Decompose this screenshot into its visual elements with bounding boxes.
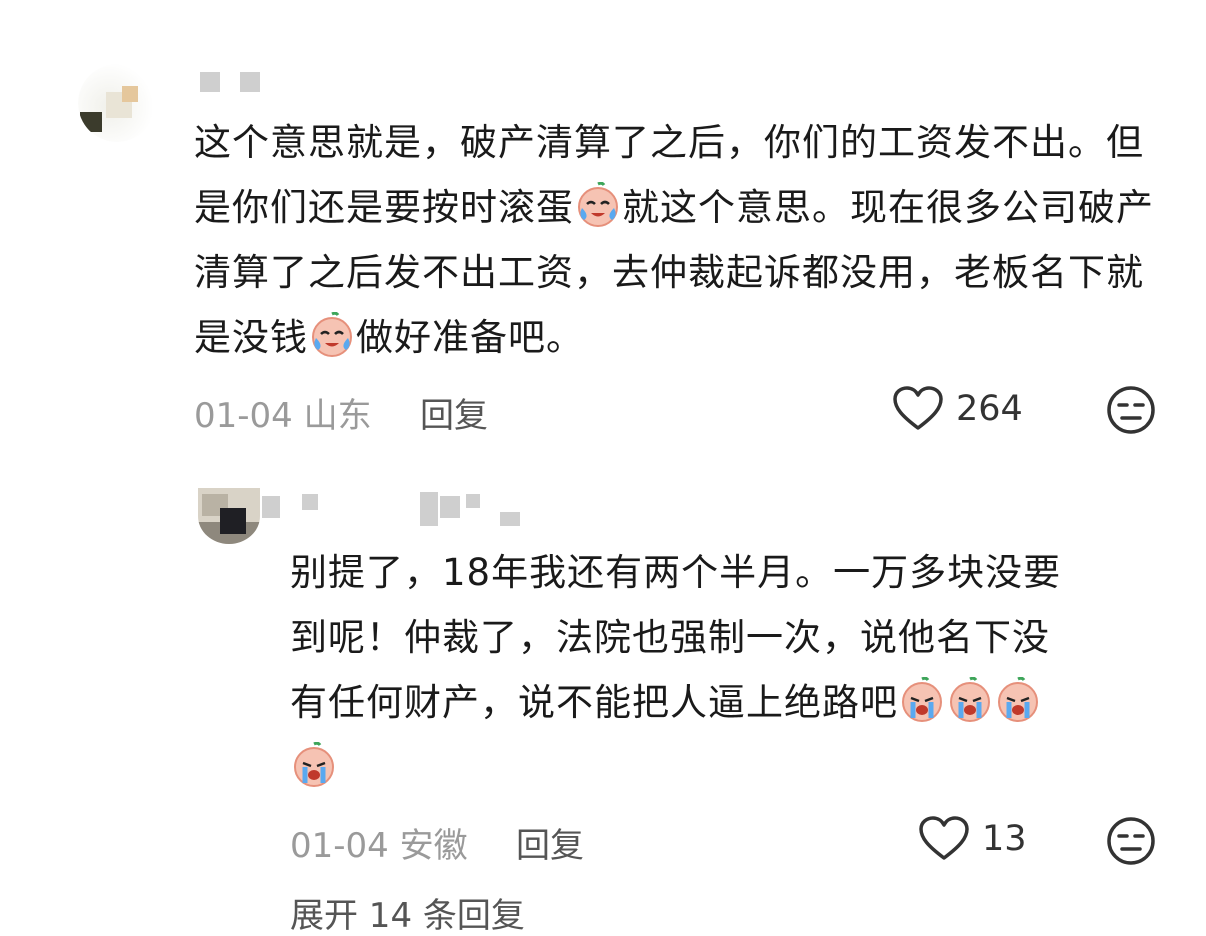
- reply-text-line-3: 有任何财产，说不能把人逼上绝路吧: [290, 681, 898, 724]
- dislike-face-icon[interactable]: [1106, 385, 1156, 435]
- comment-like-button[interactable]: 264: [892, 386, 1023, 432]
- replier-avatar[interactable]: [198, 488, 260, 544]
- heart-icon: [918, 816, 970, 862]
- comment-location: 山东: [303, 396, 372, 436]
- sobbing-face-emoji-icon: [995, 677, 1041, 723]
- comment-text: 这个意思就是，破产清算了之后，你们的工资发不出。但是你们还是要按时滚蛋 就这个意思…: [194, 110, 1159, 370]
- reply-like-button[interactable]: 13: [918, 816, 1027, 862]
- comment-date: 01-04: [194, 396, 293, 436]
- reply-meta: 01-04 安徽: [290, 818, 468, 867]
- comment-meta: 01-04 山东: [194, 388, 372, 437]
- reply-reply-button[interactable]: 回复: [516, 818, 584, 867]
- expand-replies-link[interactable]: 展开 14 条回复: [290, 896, 525, 936]
- reply-text-line-2: 到呢！仲裁了，法院也强制一次，说他名下没: [290, 616, 1050, 659]
- reply-like-count: 13: [982, 819, 1027, 859]
- sobbing-face-emoji-icon: [291, 742, 337, 788]
- comment-text-part-3: 做好准备吧。: [356, 316, 584, 359]
- reply-text: 别提了，18年我还有两个半月。一万多块没要 到呢！仲裁了，法院也强制一次，说他名…: [290, 540, 1160, 800]
- crying-face-emoji-icon: [309, 312, 355, 358]
- reply-text-line-3-row: 有任何财产，说不能把人逼上绝路吧: [290, 670, 1160, 735]
- reply-text-line-4-row: [290, 735, 1160, 800]
- sobbing-face-emoji-icon: [899, 677, 945, 723]
- commenter-avatar[interactable]: [78, 64, 156, 142]
- heart-icon: [892, 386, 944, 432]
- sobbing-face-emoji-icon: [947, 677, 993, 723]
- crying-face-emoji-icon: [575, 182, 621, 228]
- comment-like-count: 264: [956, 389, 1023, 429]
- reply-text-line-1: 别提了，18年我还有两个半月。一万多块没要: [290, 551, 1062, 594]
- reply-date: 01-04: [290, 826, 389, 866]
- reply-location: 安徽: [399, 826, 468, 866]
- dislike-face-icon[interactable]: [1106, 816, 1156, 866]
- comment-reply-button[interactable]: 回复: [420, 388, 488, 437]
